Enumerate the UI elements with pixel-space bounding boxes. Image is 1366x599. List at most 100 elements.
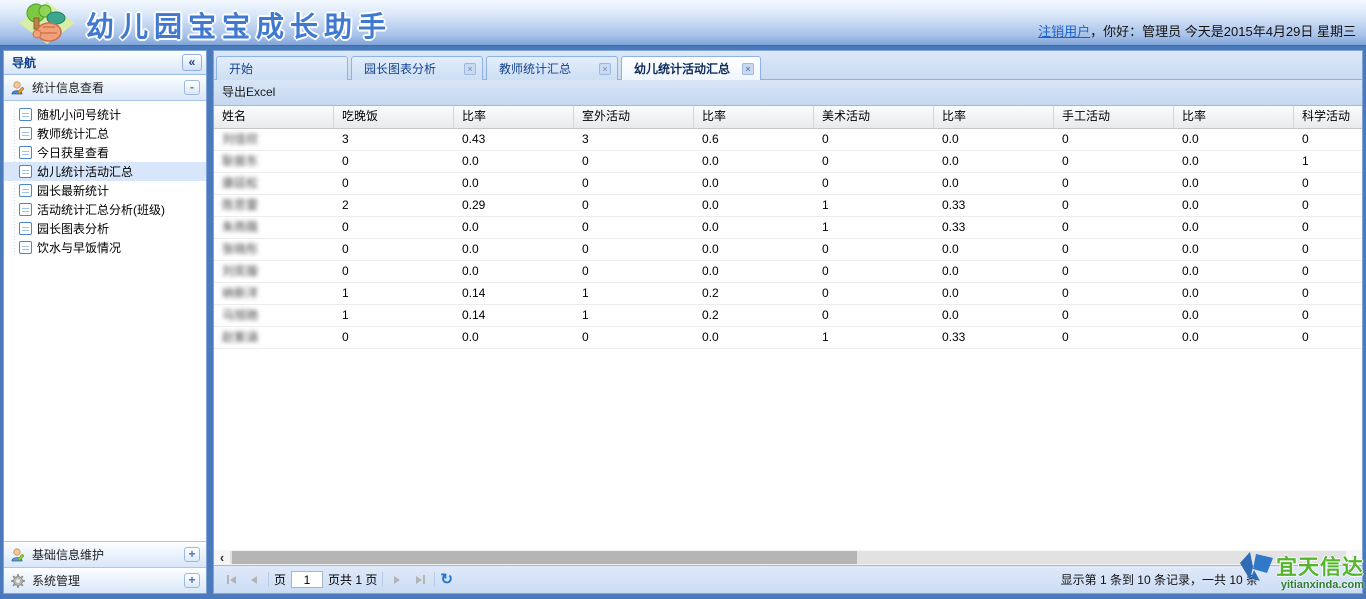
value-cell: 0 (1294, 239, 1362, 260)
sidebar-item-label: 今日获星查看 (37, 144, 109, 161)
value-cell: 0 (334, 261, 454, 282)
value-cell: 0.0 (694, 261, 814, 282)
gear-icon (10, 573, 26, 589)
value-cell: 1 (574, 283, 694, 304)
sidebar-item[interactable]: 教师统计汇总 (4, 124, 206, 143)
refresh-icon[interactable]: ↻ (440, 572, 453, 587)
value-cell: 0 (1054, 129, 1174, 150)
value-cell: 0.29 (454, 195, 574, 216)
value-cell: 0 (334, 327, 454, 348)
column-header[interactable]: 室外活动 (574, 106, 694, 128)
last-page-button[interactable] (411, 572, 429, 588)
tab-child-activity-summary[interactable]: 幼儿统计活动汇总 × (621, 56, 761, 80)
value-cell: 0 (1294, 305, 1362, 326)
value-cell: 1 (1294, 151, 1362, 172)
close-tab-icon[interactable]: × (464, 63, 476, 75)
grid-body: 刘佳欣30.4330.600.000.00耿振东00.000.000.000.0… (214, 129, 1362, 349)
separator (268, 572, 269, 587)
first-page-button[interactable] (222, 572, 240, 588)
scrollbar-track[interactable] (230, 551, 1346, 564)
accordion-group-system[interactable]: 系统管理 + (4, 567, 206, 593)
page-number-input[interactable] (291, 571, 323, 588)
value-cell: 0.14 (454, 283, 574, 304)
collapse-sidebar-button[interactable]: « (182, 54, 202, 71)
export-excel-button[interactable]: 导出Excel (222, 85, 275, 99)
sidebar-item[interactable]: 饮水与早饭情况 (4, 238, 206, 257)
value-cell: 0.0 (454, 217, 574, 238)
value-cell: 0 (1054, 195, 1174, 216)
sidebar-item[interactable]: 园长图表分析 (4, 219, 206, 238)
value-cell: 0 (814, 129, 934, 150)
column-header[interactable]: 比率 (694, 106, 814, 128)
table-row[interactable]: 陈思雷20.2900.010.3300.00 (214, 195, 1362, 217)
tab-principal-chart-analysis[interactable]: 园长图表分析 × (351, 56, 483, 80)
table-row[interactable]: 赵紫涵00.000.010.3300.00 (214, 327, 1362, 349)
expand-group-button[interactable]: + (184, 547, 200, 562)
sidebar-item[interactable]: 随机小问号统计 (4, 105, 206, 124)
value-cell: 0 (334, 217, 454, 238)
column-header[interactable]: 姓名 (214, 106, 334, 128)
value-cell: 0 (334, 239, 454, 260)
column-header[interactable]: 手工活动 (1054, 106, 1174, 128)
value-cell: 0.0 (934, 261, 1054, 282)
group-label: 系统管理 (32, 572, 80, 589)
value-cell: 0.0 (1174, 261, 1294, 282)
value-cell: 0.0 (694, 195, 814, 216)
table-row[interactable]: 康廷松00.000.000.000.00 (214, 173, 1362, 195)
value-cell: 0 (814, 261, 934, 282)
close-tab-icon[interactable]: × (599, 63, 611, 75)
student-name-cell: 刘佳欣 (214, 129, 334, 150)
scroll-left-icon[interactable]: ‹ (214, 551, 230, 564)
value-cell: 0 (1294, 261, 1362, 282)
scroll-right-icon[interactable]: › (1346, 551, 1362, 564)
table-row[interactable]: 耿振东00.000.000.000.01 (214, 151, 1362, 173)
value-cell: 1 (334, 283, 454, 304)
column-header[interactable]: 比率 (1174, 106, 1294, 128)
collapse-group-button[interactable]: - (184, 80, 200, 95)
scrollbar-thumb[interactable] (232, 551, 857, 564)
close-tab-icon[interactable]: × (742, 63, 754, 75)
value-cell: 0.43 (454, 129, 574, 150)
column-header[interactable]: 科学活动 (1294, 106, 1362, 128)
table-row[interactable]: 张晓彤00.000.000.000.00 (214, 239, 1362, 261)
value-cell: 0.2 (694, 283, 814, 304)
table-row[interactable]: 刘奕璇00.000.000.000.00 (214, 261, 1362, 283)
table-row[interactable]: 纳新洋10.1410.200.000.00 (214, 283, 1362, 305)
logout-link[interactable]: 注销用户 (1038, 24, 1090, 39)
sidebar-item[interactable]: 园长最新统计 (4, 181, 206, 200)
next-page-button[interactable] (388, 572, 406, 588)
accordion-group-basicinfo[interactable]: 基础信息维护 + (4, 541, 206, 567)
prev-page-button[interactable] (245, 572, 263, 588)
sidebar-item[interactable]: 幼儿统计活动汇总 (4, 162, 206, 181)
value-cell: 0.33 (934, 327, 1054, 348)
value-cell: 0.0 (934, 129, 1054, 150)
table-row[interactable]: 马旭驰10.1410.200.000.00 (214, 305, 1362, 327)
tab-start[interactable]: 开始 (216, 56, 348, 80)
column-header[interactable]: 吃晚饭 (334, 106, 454, 128)
navigation-panel-header: 导航 « (4, 51, 206, 75)
app-title: 幼儿园宝宝成长助手 (86, 5, 392, 45)
group-label: 基础信息维护 (32, 546, 104, 563)
value-cell: 0.33 (934, 217, 1054, 238)
value-cell: 0 (1054, 305, 1174, 326)
table-row[interactable]: 刘佳欣30.4330.600.000.00 (214, 129, 1362, 151)
value-cell: 0.0 (694, 327, 814, 348)
expand-group-button[interactable]: + (184, 573, 200, 588)
report-icon (19, 203, 32, 216)
value-cell: 0.0 (694, 173, 814, 194)
value-cell: 3 (574, 129, 694, 150)
sidebar-item[interactable]: 今日获星查看 (4, 143, 206, 162)
column-header[interactable]: 比率 (934, 106, 1054, 128)
value-cell: 0.0 (454, 327, 574, 348)
student-name-cell: 朱雨薇 (214, 217, 334, 238)
column-header[interactable]: 美术活动 (814, 106, 934, 128)
user-greeting: ，你好：管理员 今天是2015年4月29日 星期三 (1090, 24, 1356, 39)
tab-teacher-statistics[interactable]: 教师统计汇总 × (486, 56, 618, 80)
accordion-group-statistics[interactable]: 统计信息查看 - (4, 75, 206, 101)
sidebar-item[interactable]: 活动统计汇总分析(班级) (4, 200, 206, 219)
table-row[interactable]: 朱雨薇00.000.010.3300.00 (214, 217, 1362, 239)
column-header[interactable]: 比率 (454, 106, 574, 128)
value-cell: 0.0 (934, 151, 1054, 172)
value-cell: 0.2 (694, 305, 814, 326)
page-total-label: 页共 1 页 (328, 571, 377, 588)
